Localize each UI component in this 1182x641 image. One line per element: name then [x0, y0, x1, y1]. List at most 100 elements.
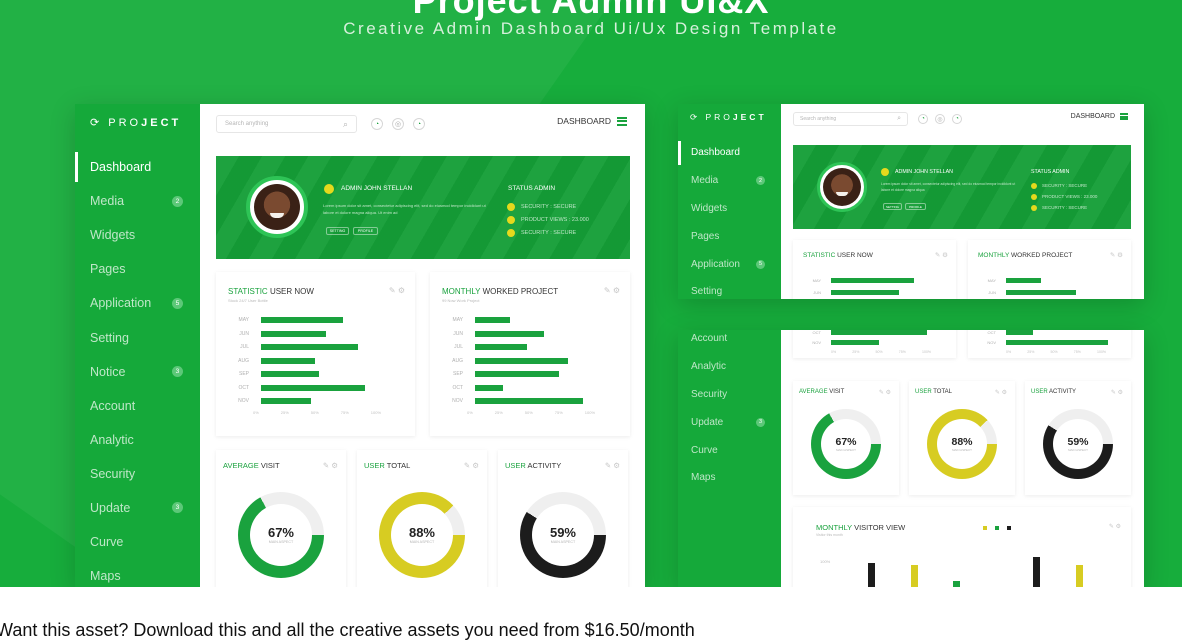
card-edit-icon[interactable]: ✎ ⚙ [1111, 389, 1123, 396]
sidebar-item-analytic[interactable]: Analytic [678, 353, 781, 381]
sidebar-item-dashboard[interactable]: Dashboard [678, 139, 781, 167]
notification-icon[interactable]: ◔ [918, 114, 928, 124]
card-edit-icon[interactable]: ✎ ⚙ [995, 389, 1007, 396]
sidebar-item-update[interactable]: Update 3 [75, 491, 200, 525]
sidebar-item-label: Media [90, 194, 125, 209]
sidebar-item-account[interactable]: Account [678, 330, 781, 353]
bar-row: MAY [980, 278, 1041, 283]
bar-label: OCT [238, 384, 249, 391]
sidebar-item-security[interactable]: Security [678, 381, 781, 409]
topbar: Search anything ⌕ ◔ ◎ ◔ [216, 115, 425, 133]
sidebar-item-analytic[interactable]: Analytic [75, 423, 200, 457]
refresh-icon[interactable]: ◔ [413, 118, 425, 130]
card-edit-icon[interactable]: ✎ ⚙ [879, 389, 891, 396]
sidebar-item-label: Curve [90, 535, 124, 550]
bar [475, 317, 510, 323]
sidebar-item-application[interactable]: Application 5 [678, 250, 781, 278]
sidebar-item-media[interactable]: Media 2 [75, 184, 200, 218]
card-edit-icon[interactable]: ✎ ⚙ [1110, 251, 1123, 259]
profile-button[interactable]: PROFILE [905, 203, 926, 210]
sidebar-item-pages[interactable]: Pages [678, 222, 781, 250]
download-cta[interactable]: Want this asset? Download this and all t… [0, 620, 695, 641]
sidebar-item-setting[interactable]: Setting [678, 278, 781, 299]
sidebar-item-widgets[interactable]: Widgets [75, 218, 200, 252]
sidebar-nav: Account Analytic Security Update 3 Curve Maps [678, 330, 781, 492]
profile-button[interactable]: PROFILE [353, 227, 378, 235]
statistic-user-card-continued: OCT NOV 0% 25% 50% 75% 100% [793, 330, 956, 358]
profile-description: Lorem ipsum dolor sit amet, consectetur … [323, 203, 486, 215]
setting-button[interactable]: SETTING [883, 203, 902, 210]
donut-card-activity: USER ACTIVITY ✎ ⚙ 59% MAIN ASPECT [498, 450, 628, 587]
donut-chart: 67% MAIN ASPECT [238, 492, 324, 578]
dashboard-menu[interactable]: DASHBOARD [557, 116, 627, 126]
donut-value: 67% [267, 525, 294, 541]
card-edit-icon[interactable]: ✎ ⚙ [604, 286, 620, 295]
setting-button[interactable]: SETTING [326, 227, 349, 235]
sidebar-item-pages[interactable]: Pages [75, 252, 200, 286]
refresh-icon[interactable]: ◔ [952, 114, 962, 124]
card-edit-icon[interactable]: ✎ ⚙ [464, 461, 479, 470]
logo-icon: ⟳ [90, 117, 109, 129]
dashboard-menu[interactable]: DASHBOARD [1071, 113, 1128, 120]
sidebar-item-maps[interactable]: Maps [678, 464, 781, 492]
card-title: STATISTIC USER NOW [803, 252, 873, 259]
visitor-bar [868, 563, 875, 587]
logo-light: PRO [108, 117, 142, 129]
sidebar-item-label: Update [691, 416, 724, 428]
bar-row: MAY [442, 317, 510, 323]
bar-row: NOV [442, 398, 583, 404]
search-input[interactable]: Search anything ⌕ [793, 112, 908, 126]
sidebar-item-label: Pages [691, 230, 720, 242]
status-title: STATUS ADMIN [508, 185, 556, 192]
sidebar-item-maps[interactable]: Maps [75, 559, 200, 587]
x-axis-ticks: 0% 25% 50% 75% 100% [253, 410, 381, 415]
sidebar-item-update[interactable]: Update 3 [678, 408, 781, 436]
search-icon: ⌕ [897, 115, 901, 122]
hamburger-icon[interactable] [617, 116, 627, 126]
donut-card-visit: AVERAGE VISIT ✎ ⚙ 67% MAIN ASPECT [216, 450, 346, 587]
sidebar-item-notice[interactable]: Notice 3 [75, 355, 200, 389]
sidebar-item-label: Maps [90, 569, 121, 584]
sidebar-item-label: Dashboard [691, 147, 740, 159]
sidebar-item-security[interactable]: Security [75, 457, 200, 491]
sidebar-item-setting[interactable]: Setting [75, 320, 200, 354]
statistic-user-card: STATISTIC USER NOW ✎ ⚙ MAY JUN [793, 240, 956, 299]
x-tick: 0% [253, 409, 259, 415]
card-edit-icon[interactable]: ✎ ⚙ [389, 286, 405, 295]
sidebar-badge: 2 [172, 195, 183, 207]
donut-card-visit: AVERAGE VISIT ✎ ⚙ 67% MAIN ASPECT [793, 381, 899, 495]
card-edit-icon[interactable]: ✎ ⚙ [1109, 523, 1121, 530]
card-edit-icon[interactable]: ✎ ⚙ [323, 461, 338, 470]
donut-card-total: USER TOTAL ✎ ⚙ 88% MAIN ASPECT [357, 450, 487, 587]
sidebar-item-curve[interactable]: Curve [678, 436, 781, 464]
bar-label: SEP [238, 371, 249, 377]
card-title: USER TOTAL [364, 461, 411, 470]
settings-icon[interactable]: ◎ [935, 114, 945, 124]
bar [475, 398, 583, 404]
donut-caption: MAIN ASPECT [1068, 447, 1088, 452]
sidebar-item-application[interactable]: Application 5 [75, 286, 200, 320]
card-title: AVERAGE VISIT [223, 461, 280, 470]
donut-card-total: USER TOTAL ✎ ⚙ 88% MAIN ASPECT [909, 381, 1015, 495]
hamburger-icon[interactable] [1120, 113, 1128, 120]
hero-subtitle: Creative Admin Dashboard Ui/Ux Design Te… [343, 19, 839, 38]
card-edit-icon[interactable]: ✎ ⚙ [935, 251, 948, 259]
card-edit-icon[interactable]: ✎ ⚙ [605, 461, 620, 470]
notification-icon[interactable]: ◔ [371, 118, 383, 130]
bar [475, 357, 568, 364]
x-tick: 75% [554, 409, 563, 415]
bar-label: MAY [238, 317, 249, 323]
sidebar-item-dashboard[interactable]: Dashboard [75, 150, 200, 184]
sidebar-item-curve[interactable]: Curve [75, 525, 200, 559]
sidebar-badge: 5 [172, 297, 183, 309]
bar [261, 317, 343, 323]
dashboard-mockup-main: ⟳ PROJECT Dashboard Media 2 Widgets Pages App… [75, 104, 645, 587]
sidebar-item-widgets[interactable]: Widgets [678, 195, 781, 223]
search-input[interactable]: Search anything ⌕ [216, 115, 357, 133]
sidebar-item-media[interactable]: Media 2 [678, 167, 781, 195]
donut-caption: MAIN ASPECT [952, 447, 972, 452]
settings-icon[interactable]: ◎ [392, 118, 404, 130]
x-tick: 25% [494, 409, 503, 415]
status-item: SECURITY : SECURE [521, 204, 577, 210]
sidebar-item-account[interactable]: Account [75, 389, 200, 423]
